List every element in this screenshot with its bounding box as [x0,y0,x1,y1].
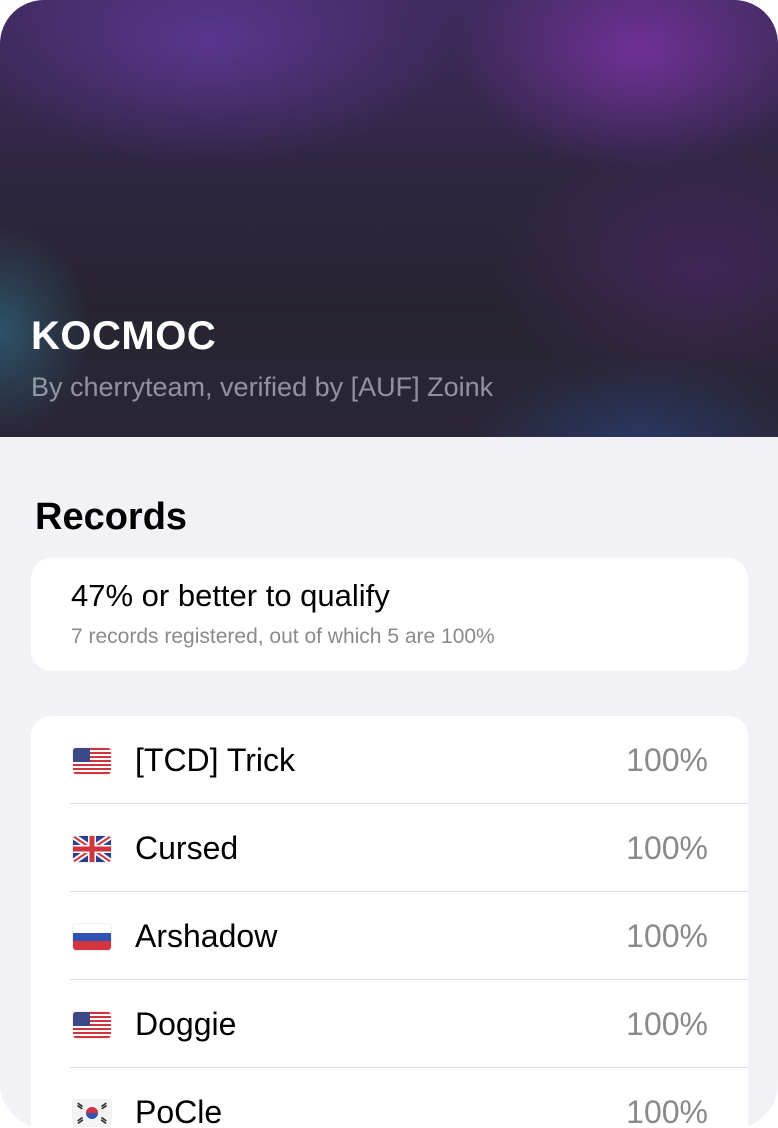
qualify-info-card: 47% or better to qualify 7 records regis… [31,558,748,671]
player-name: [TCD] Trick [135,742,295,778]
record-row[interactable]: Cursed 100% [31,804,748,892]
record-percent: 100% [626,742,708,778]
level-header-banner: KOCMOC By cherryteam, verified by [AUF] … [0,0,778,437]
player-name: Cursed [135,830,239,866]
records-list: [TCD] Trick 100% Cursed 100% Arshadow 10… [31,716,748,1128]
record-row[interactable]: Arshadow 100% [31,892,748,980]
record-percent: 100% [626,1006,708,1042]
qualify-threshold-text: 47% or better to qualify [71,578,390,613]
record-row[interactable]: Doggie 100% [31,980,748,1068]
player-name: Doggie [135,1006,237,1042]
player-name: PoCle [135,1094,223,1128]
ru-flag-icon [73,924,111,950]
records-heading: Records [35,496,188,538]
level-subtitle: By cherryteam, verified by [AUF] Zoink [31,372,494,402]
record-row[interactable]: [TCD] Trick 100% [31,716,748,804]
us-flag-icon [73,748,111,774]
record-percent: 100% [626,918,708,954]
level-title: KOCMOC [31,314,217,358]
record-row[interactable]: PoCle 100% [31,1068,748,1128]
record-percent: 100% [626,830,708,866]
level-detail-card: KOCMOC By cherryteam, verified by [AUF] … [0,0,778,1128]
record-percent: 100% [626,1094,708,1128]
us-flag-icon [73,1012,111,1038]
uk-flag-icon [73,836,111,862]
kr-flag-icon [73,1100,111,1126]
records-count-text: 7 records registered, out of which 5 are… [71,625,495,648]
player-name: Arshadow [135,918,278,954]
